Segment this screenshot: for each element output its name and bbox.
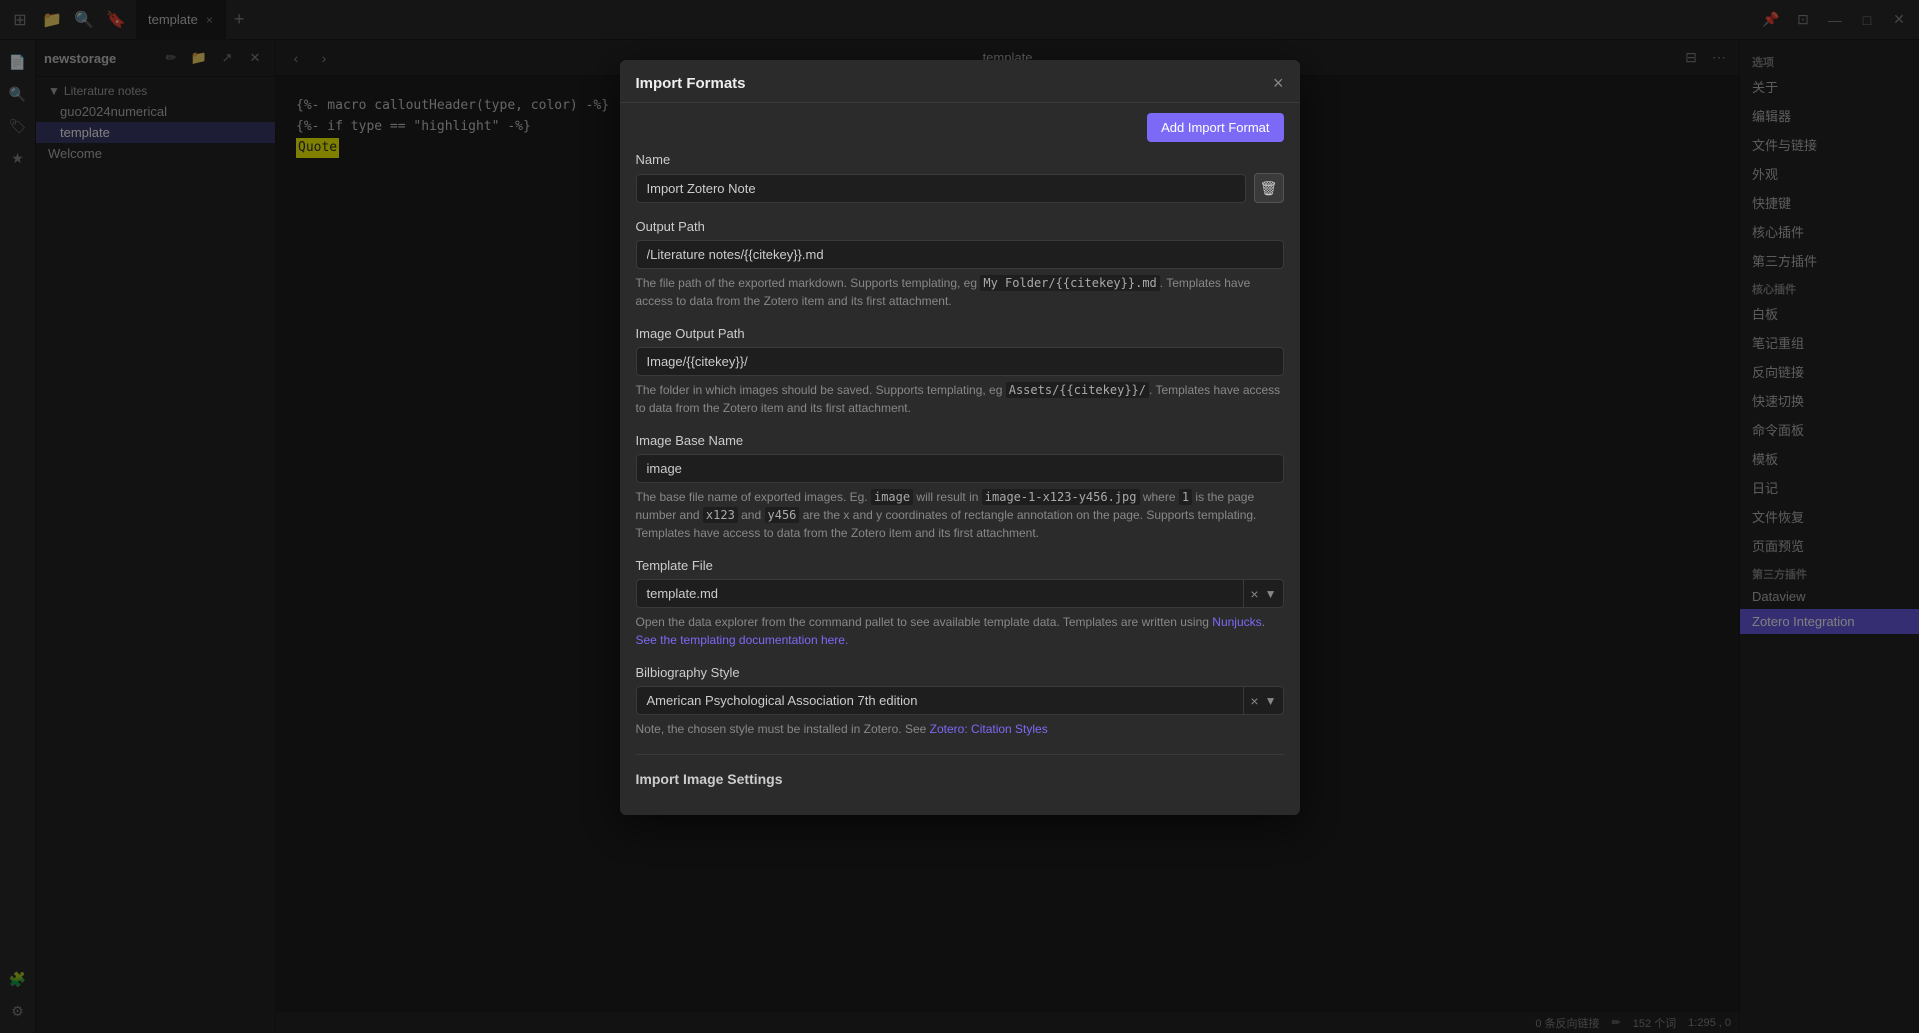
bibliography-row: American Psychological Association 7th e…	[636, 686, 1284, 715]
template-file-label: Template File	[636, 558, 1284, 573]
add-import-format-button[interactable]: Add Import Format	[1147, 113, 1283, 142]
bibliography-hint: Note, the chosen style must be installed…	[636, 720, 1284, 738]
citation-styles-link[interactable]: Zotero: Citation Styles	[930, 722, 1048, 736]
image-base-form-group: Image Base Name The base file name of ex…	[636, 433, 1284, 542]
output-path-hint: The file path of the exported markdown. …	[636, 274, 1284, 310]
name-row: 🗑	[636, 173, 1284, 203]
modal-overlay: Import Formats × Add Import Format Name …	[0, 0, 1919, 1033]
bibliography-label: Bilbiography Style	[636, 665, 1284, 680]
import-formats-modal: Import Formats × Add Import Format Name …	[620, 60, 1300, 815]
image-output-form-group: Image Output Path The folder in which im…	[636, 326, 1284, 417]
template-file-hint: Open the data explorer from the command …	[636, 613, 1284, 649]
template-file-arrow-icon[interactable]: ▼	[1265, 587, 1277, 601]
template-file-btns: × ▼	[1243, 579, 1283, 608]
name-form-group: Name 🗑	[636, 152, 1284, 203]
nunjucks-link[interactable]: Nunjucks	[1212, 615, 1261, 629]
bibliography-form-group: Bilbiography Style American Psychologica…	[636, 665, 1284, 738]
name-input[interactable]	[636, 174, 1246, 203]
modal-close-button[interactable]: ×	[1273, 74, 1284, 92]
image-base-hint: The base file name of exported images. E…	[636, 488, 1284, 542]
modal-header: Import Formats ×	[620, 60, 1300, 103]
name-label: Name	[636, 152, 1284, 167]
bibliography-arrow-icon[interactable]: ▼	[1265, 694, 1277, 708]
output-path-form-group: Output Path The file path of the exporte…	[636, 219, 1284, 310]
template-file-row: template.md × ▼	[636, 579, 1284, 608]
image-base-input[interactable]	[636, 454, 1284, 483]
bibliography-display: American Psychological Association 7th e…	[636, 686, 1244, 715]
delete-button[interactable]: 🗑	[1254, 173, 1284, 203]
modal-top-actions: Add Import Format	[620, 103, 1300, 152]
section-divider	[636, 754, 1284, 755]
image-output-input[interactable]	[636, 347, 1284, 376]
bibliography-btns: × ▼	[1243, 686, 1283, 715]
image-output-hint: The folder in which images should be sav…	[636, 381, 1284, 417]
templating-docs-link[interactable]: See the templating documentation here.	[636, 633, 849, 647]
modal-title: Import Formats	[636, 75, 746, 92]
image-base-label: Image Base Name	[636, 433, 1284, 448]
image-output-label: Image Output Path	[636, 326, 1284, 341]
template-file-form-group: Template File template.md × ▼ Open the d…	[636, 558, 1284, 649]
modal-body: Name 🗑 Output Path The file path of the …	[620, 152, 1300, 815]
bibliography-clear-icon[interactable]: ×	[1250, 693, 1258, 709]
output-path-label: Output Path	[636, 219, 1284, 234]
template-file-clear-icon[interactable]: ×	[1250, 586, 1258, 602]
import-image-heading: Import Image Settings	[636, 771, 1284, 787]
template-file-display: template.md	[636, 579, 1244, 608]
output-path-input[interactable]	[636, 240, 1284, 269]
